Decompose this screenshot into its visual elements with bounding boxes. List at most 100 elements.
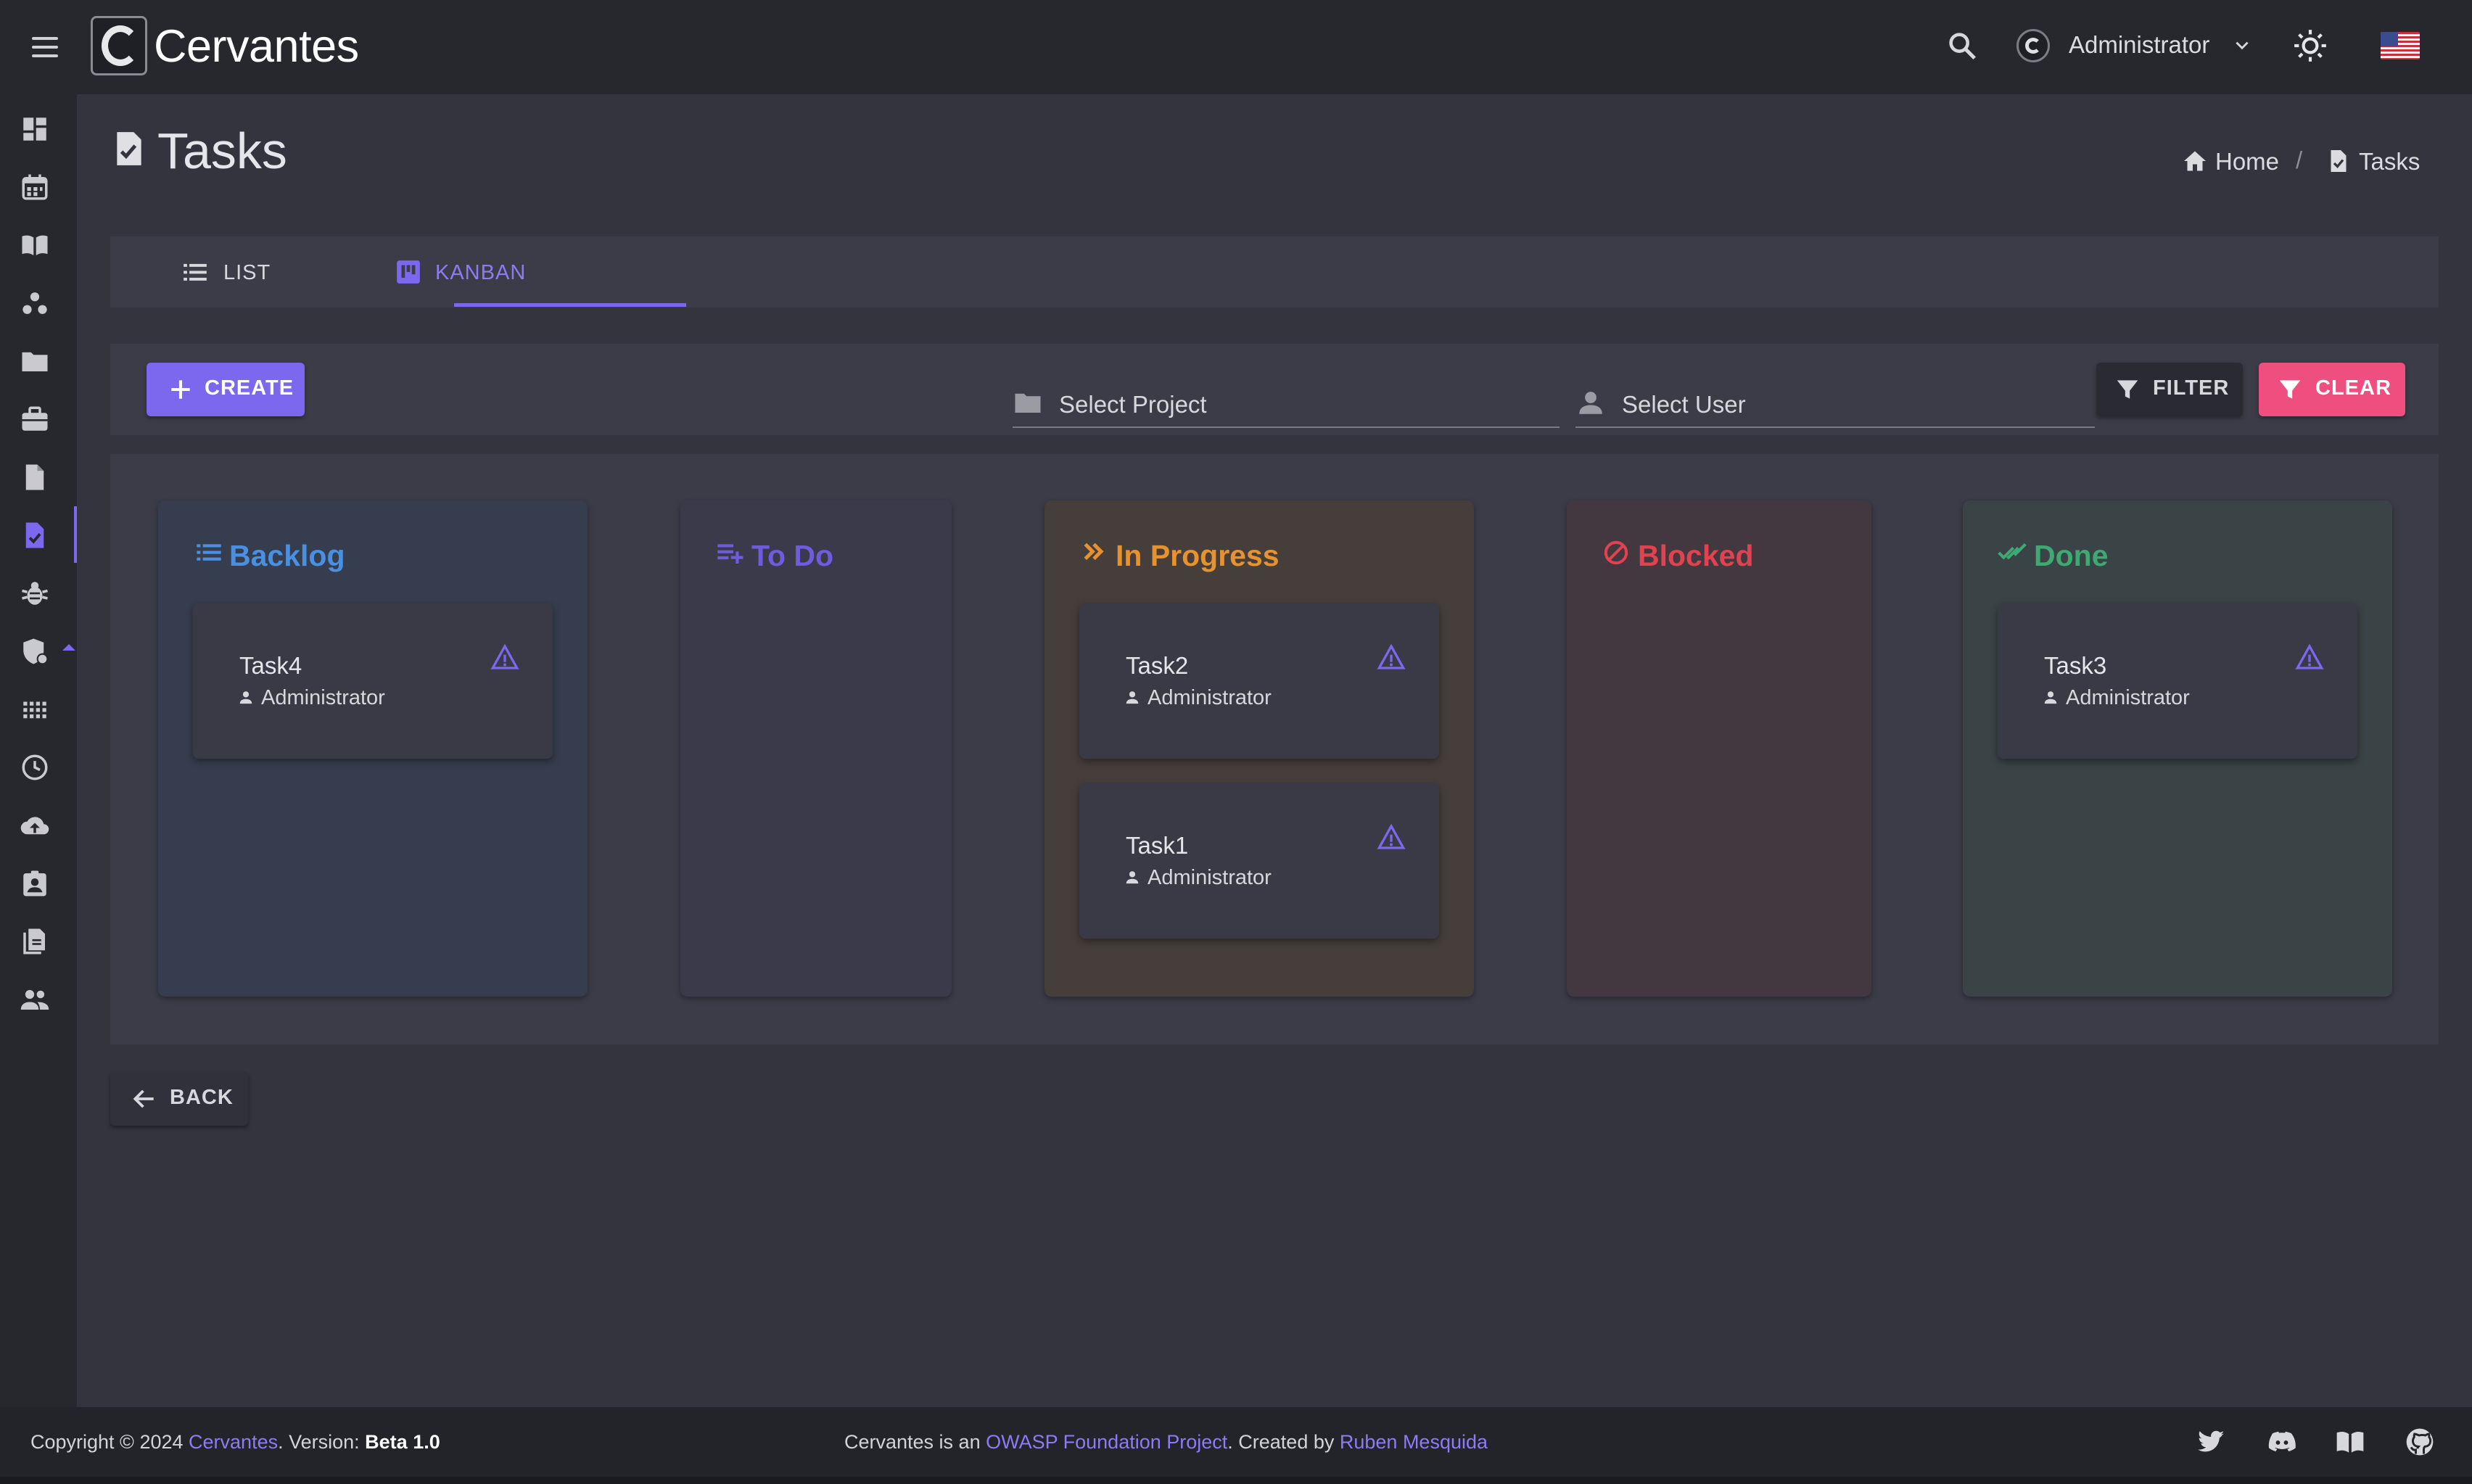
github-icon[interactable] [2404,1426,2436,1458]
version: Beta 1.0 [365,1431,440,1453]
user-select-placeholder: Select User [1622,391,1746,418]
filter-button-label: FILTER [2153,376,2230,400]
sidebar-item-logs[interactable] [0,738,77,795]
warning-icon [2295,643,2324,669]
back-button[interactable]: BACK [110,1072,248,1126]
owasp-link[interactable]: OWASP Foundation Project [986,1431,1227,1453]
column-title: Blocked [1638,539,1754,572]
tab-kanban[interactable]: KANBAN [395,236,627,308]
warning-icon [490,643,519,669]
person-icon [2044,691,2057,704]
sidebar-item-tasks[interactable] [0,506,77,563]
clear-button[interactable]: CLEAR [2259,363,2405,416]
column-title: To Do [751,539,834,572]
clients-icon [22,292,47,314]
task-assignee: Administrator [2066,686,2190,709]
cervantes-link[interactable]: Cervantes [189,1431,278,1453]
breadcrumb-home[interactable]: Home [2215,147,2279,176]
task-card[interactable]: Task2 Administrator [1079,603,1439,759]
sidebar-item-dashboard[interactable] [0,100,77,157]
filter-off-icon [2279,380,2301,399]
avatar[interactable] [2016,29,2050,62]
back-button-label: BACK [170,1086,234,1109]
footer-about: Cervantes is an OWASP Foundation Project… [844,1431,1488,1453]
list-icon [197,544,221,561]
breadcrumb-separator: / [2296,147,2303,173]
plus-icon [171,380,190,399]
column-title: In Progress [1116,539,1280,572]
menu-icon[interactable] [29,31,61,63]
discord-icon[interactable] [2266,1426,2298,1458]
calendar-icon [22,174,48,200]
user-select[interactable]: Select User [1575,377,2095,428]
task-card[interactable]: Task4 Administrator [193,603,553,759]
twitter-icon[interactable] [2195,1426,2227,1458]
task-card[interactable]: Task3 Administrator [1998,603,2357,759]
sidebar-item-projects[interactable] [0,332,77,389]
user-menu-name[interactable]: Administrator [2069,30,2209,59]
footer: Copyright © 2024 Cervantes. Version: Bet… [0,1407,2472,1477]
kanban-column-in-progress: In Progress Task2 Administrator Task1 Ad… [1045,500,1474,997]
top-bar: Cervantes Administrator [0,0,2472,94]
bug-icon [22,582,48,605]
project-select[interactable]: Select Project [1013,377,1560,428]
briefcase-icon [22,406,48,431]
clock-icon [22,754,48,780]
create-button[interactable]: CREATE [147,363,305,416]
sidebar-item-users[interactable] [0,970,77,1027]
chevron-down-icon[interactable] [2233,36,2251,55]
kanban-icon [397,260,420,284]
sidebar-item-reports[interactable] [0,912,77,969]
person-icon [239,691,252,704]
shield-icon [23,638,49,665]
theme-toggle-icon[interactable] [2292,28,2328,64]
task-card[interactable]: Task1 Administrator [1079,783,1439,939]
page-title: Tasks [157,123,287,179]
sidebar-item-documents[interactable] [0,448,77,505]
footer-copyright: Copyright © 2024 Cervantes. Version: Bet… [30,1431,440,1453]
sidebar-item-backup[interactable] [0,796,77,853]
folder-icon [22,352,48,371]
kanban-column-done: Done Task3 Administrator [1963,500,2392,997]
sidebar-item-contacts[interactable] [0,854,77,911]
column-title: Done [2034,539,2109,572]
sidebar [0,94,77,1407]
kanban-column-backlog: Backlog Task4 Administrator [158,500,588,997]
author-link[interactable]: Ruben Mesquida [1340,1431,1488,1453]
tab-list[interactable]: LIST [181,236,399,308]
create-button-label: CREATE [205,376,294,400]
task-icon [2331,150,2347,172]
sidebar-item-vulns[interactable] [0,564,77,621]
task-assignee: Administrator [261,686,385,709]
sidebar-item-security[interactable] [0,622,77,679]
home-icon [2184,151,2206,171]
folder-icon [1015,393,1041,413]
filter-icon [2117,380,2138,399]
task-icon [117,132,141,165]
sidebar-item-calendar[interactable] [0,158,77,215]
brand-name[interactable]: Cervantes [154,19,359,74]
warning-icon [1377,643,1406,669]
filter-button[interactable]: FILTER [2096,363,2243,416]
kanban-column-blocked: Blocked [1567,500,1871,997]
tab-kanban-label: KANBAN [435,261,527,284]
view-tabs: LIST KANBAN [110,236,2439,308]
search-icon[interactable] [1945,29,1979,62]
sidebar-item-apps[interactable] [0,680,77,737]
cloud-upload-icon [20,817,49,835]
sidebar-item-work[interactable] [0,390,77,447]
bottom-strip [0,1477,2472,1484]
book-icon[interactable] [2334,1426,2366,1458]
copy-file-icon [23,928,45,955]
task-title: Task1 [1126,832,1189,859]
sidebar-item-clients[interactable] [0,274,77,331]
book-icon [22,235,48,255]
cervantes-logo[interactable] [91,16,147,75]
blocked-icon [1604,540,1628,565]
expand-caret-icon[interactable] [62,644,75,651]
task-assignee: Administrator [1148,686,1272,709]
language-flag-icon[interactable] [2381,32,2420,59]
task-title: Task2 [1126,652,1189,679]
document-icon [25,464,44,490]
sidebar-item-docs[interactable] [0,216,77,273]
